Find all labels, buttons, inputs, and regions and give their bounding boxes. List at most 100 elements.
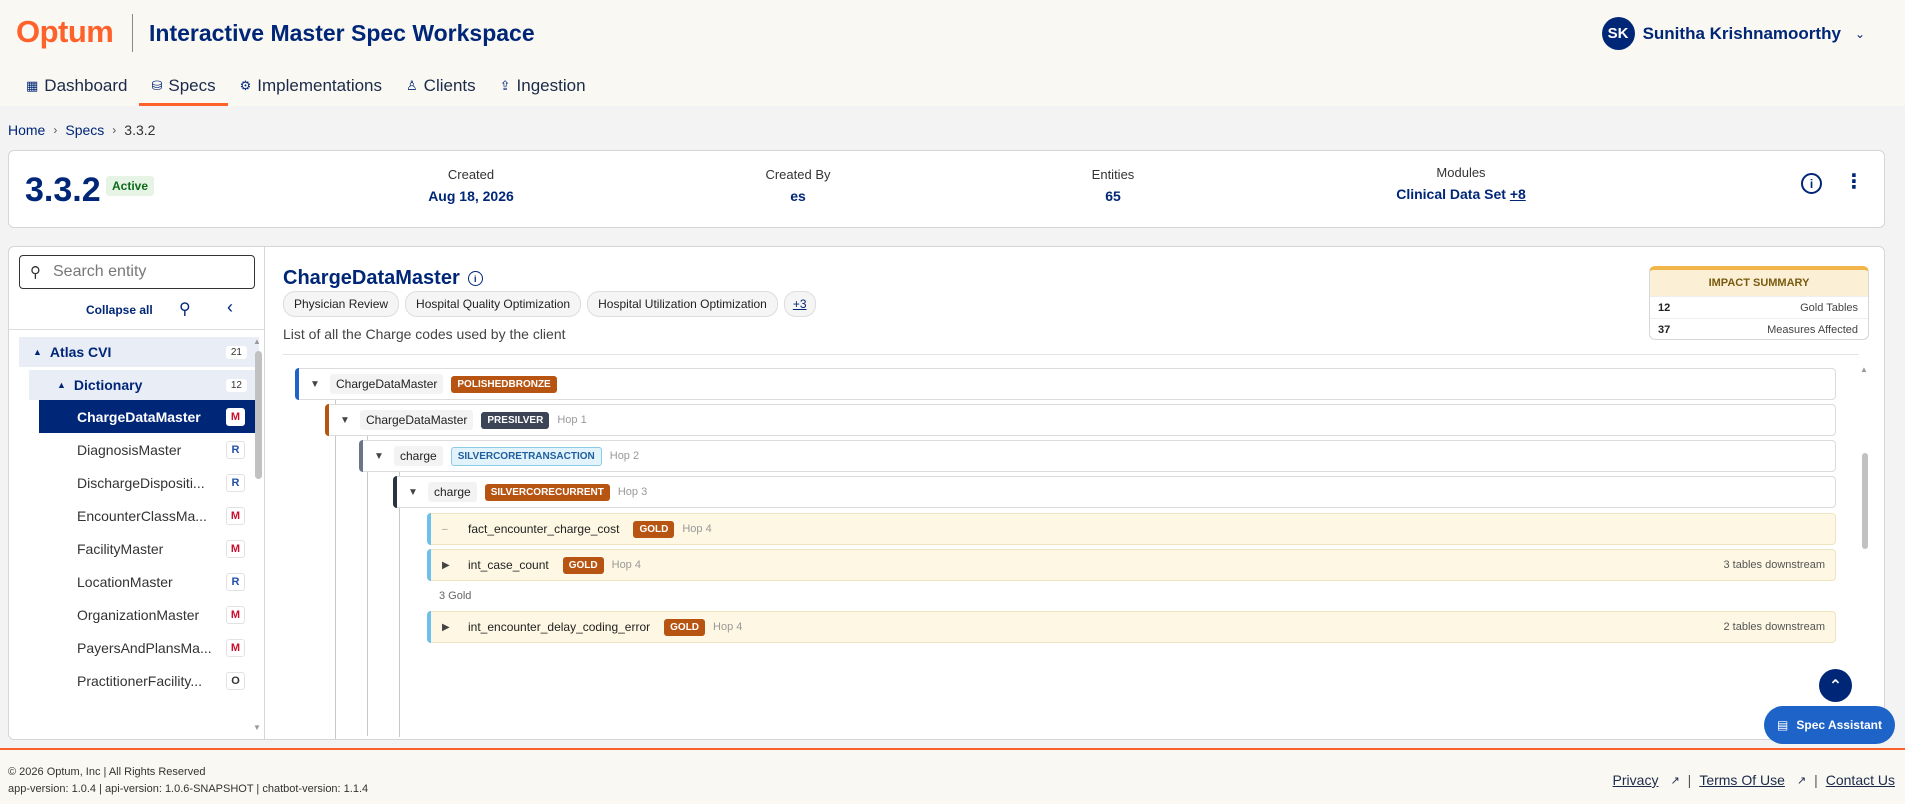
sidebar-scrollbar[interactable]: ▲ ▼ [253,337,263,735]
footer: © 2026 Optum, Inc | All Rights Reserved … [0,748,1905,804]
modules-more-link[interactable]: +8 [1510,186,1526,202]
lineage-node-name: ChargeDataMaster [360,410,474,430]
expand-right-icon[interactable]: ▶ [442,560,456,571]
nav-dashboard[interactable]: ▦ Dashboard [14,66,139,106]
scroll-up-icon[interactable]: ▲ [1860,365,1868,374]
spec-summary-card: 3.3.2 Active Created Aug 18, 2026 Create… [8,150,1885,228]
chat-icon: ▤ [1777,718,1789,732]
tree-item[interactable]: PayersAndPlansMa... M [39,631,259,664]
entity-title-text: ChargeDataMaster [283,267,460,289]
more-options-icon[interactable]: ⋮ [1844,169,1864,194]
tree-item[interactable]: FacilityMaster M [39,532,259,565]
optum-logo[interactable]: Optum [16,14,114,50]
copyright: © 2026 Optum, Inc | All Rights Reserved [8,766,206,778]
expand-down-icon[interactable]: ▼ [340,415,354,426]
module-chip[interactable]: Hospital Quality Optimization [405,291,582,317]
terms-link[interactable]: Terms Of Use [1699,772,1785,788]
chevron-right-icon: › [112,123,117,137]
caret-up-icon[interactable]: ▲ [33,347,42,357]
tree-group-label: Atlas CVI [49,344,112,360]
downstream-count: 2 tables downstream [1723,621,1826,633]
scroll-down-icon[interactable]: ▼ [253,723,261,732]
contact-link[interactable]: Contact Us [1826,772,1895,788]
nav-dashboard-label: Dashboard [44,76,128,95]
stat-created-by-label: Created By [765,167,831,182]
breadcrumb-home[interactable]: Home [8,122,45,138]
scroll-to-top-button[interactable]: ⌃ [1819,669,1852,702]
impact-row: 12 Gold Tables [1650,296,1868,318]
tree-item[interactable]: EncounterClassMa... M [39,499,259,532]
lineage-row[interactable]: ▼ charge SILVERCORECURRENT Hop 3 [393,476,1836,508]
lineage-row[interactable]: ▼ charge SILVERCORETRANSACTION Hop 2 [359,440,1836,472]
scroll-thumb[interactable] [255,351,262,479]
info-icon[interactable]: i [1801,173,1822,194]
privacy-link[interactable]: Privacy [1613,772,1659,788]
tree-item-label: FacilityMaster [77,540,164,557]
nav-implementations[interactable]: ⚙ Implementations [228,66,394,106]
breadcrumb-specs[interactable]: Specs [65,122,104,138]
tree-item[interactable]: OrganizationMaster M [39,598,259,631]
external-link-icon: ↗ [1670,774,1680,787]
module-chip[interactable]: Hospital Utilization Optimization [587,291,778,317]
breadcrumb: Home › Specs › 3.3.2 [8,122,155,138]
lineage-row[interactable]: ▶ int_encounter_delay_coding_error GOLD … [427,611,1836,643]
module-chip-more[interactable]: +3 [783,291,816,317]
logo-divider [132,14,133,52]
tree-item[interactable]: PractitionerFacility... O [39,664,259,697]
tree-item-label: EncounterClassMa... [77,507,207,524]
tree-group-atlas-cvi[interactable]: ▲ Atlas CVI 21 [19,337,259,367]
tree-item[interactable]: DischargeDispositi... R [39,466,259,499]
nav-specs[interactable]: ⛁ Specs [139,66,228,106]
tree-item-chargedatamaster[interactable]: ChargeDataMaster M [39,400,259,433]
lineage-row[interactable]: ▼ ChargeDataMaster PRESILVER Hop 1 [325,404,1836,436]
stat-created-by: Created By es [698,167,898,204]
stat-modules-value: Clinical Data Set +8 [1361,186,1561,202]
chevron-down-icon[interactable]: ⌄ [1855,27,1865,41]
impact-count: 37 [1658,323,1671,336]
lineage-scrollbar[interactable]: ▲ [1860,365,1869,735]
nav-clients[interactable]: ♙ Clients [394,66,488,106]
level-bar [295,368,299,400]
lineage-row[interactable]: ▼ ChargeDataMaster POLISHEDBRONZE [295,368,1836,400]
tree-items: ChargeDataMaster M DiagnosisMaster R Dis… [39,400,259,697]
expand-down-icon[interactable]: ▼ [374,451,388,462]
scroll-thumb[interactable] [1862,453,1868,549]
footer-links: Privacy ↗ | Terms Of Use ↗ | Contact Us [1613,772,1895,788]
scroll-up-icon[interactable]: ▲ [253,337,261,346]
content-area: Home › Specs › 3.3.2 3.3.2 Active Create… [0,106,1905,748]
lineage-row[interactable]: ▶ int_case_count GOLD Hop 4 3 tables dow… [427,549,1836,581]
lineage-row[interactable]: – fact_encounter_charge_cost GOLD Hop 4 [427,513,1836,545]
level-bar [427,513,431,545]
layer-badge: PRESILVER [481,411,550,429]
tree-item-tag: M [226,506,245,525]
nav-ingestion[interactable]: ⇪ Ingestion [488,66,598,106]
gear-icon: ⚙ [239,78,252,93]
stat-created: Created Aug 18, 2026 [371,167,571,204]
tree-item-tag: M [226,407,245,426]
tree-connector [335,400,336,739]
entity-tree: ▲ Atlas CVI 21 ▲ Dictionary 12 ChargeDat… [19,337,259,697]
tree-item-tag: M [226,605,245,624]
tree-item[interactable]: DiagnosisMaster R [39,433,259,466]
expand-right-icon[interactable]: ▶ [442,622,456,633]
tree-group-count: 21 [225,345,247,359]
breadcrumb-current: 3.3.2 [124,122,156,138]
tree-item[interactable]: LocationMaster R [39,565,259,598]
tree-item-label: DiagnosisMaster [77,441,182,458]
impact-row: 37 Measures Affected [1650,318,1868,339]
level-bar [427,549,431,581]
impact-summary: IMPACT SUMMARY 12 Gold Tables 37 Measure… [1649,266,1869,340]
user-menu[interactable]: SK Sunitha Krishnamoorthy ⌄ [1601,17,1865,50]
collapse-sidebar-icon[interactable]: ‹ [227,297,233,318]
info-icon[interactable]: i [467,271,483,286]
expand-down-icon[interactable]: ▼ [310,379,324,390]
search-input[interactable] [53,263,233,281]
expand-down-icon[interactable]: ▼ [408,487,422,498]
caret-up-icon[interactable]: ▲ [57,380,66,390]
spec-assistant-button[interactable]: ▤ Spec Assistant [1764,706,1895,744]
pin-icon[interactable]: ⚲ [179,299,191,319]
module-chip[interactable]: Physician Review [283,291,400,317]
collapse-all-button[interactable]: Collapse all [86,303,153,317]
tree-group-dictionary[interactable]: ▲ Dictionary 12 [29,370,259,400]
impact-label: Gold Tables [1800,301,1858,314]
